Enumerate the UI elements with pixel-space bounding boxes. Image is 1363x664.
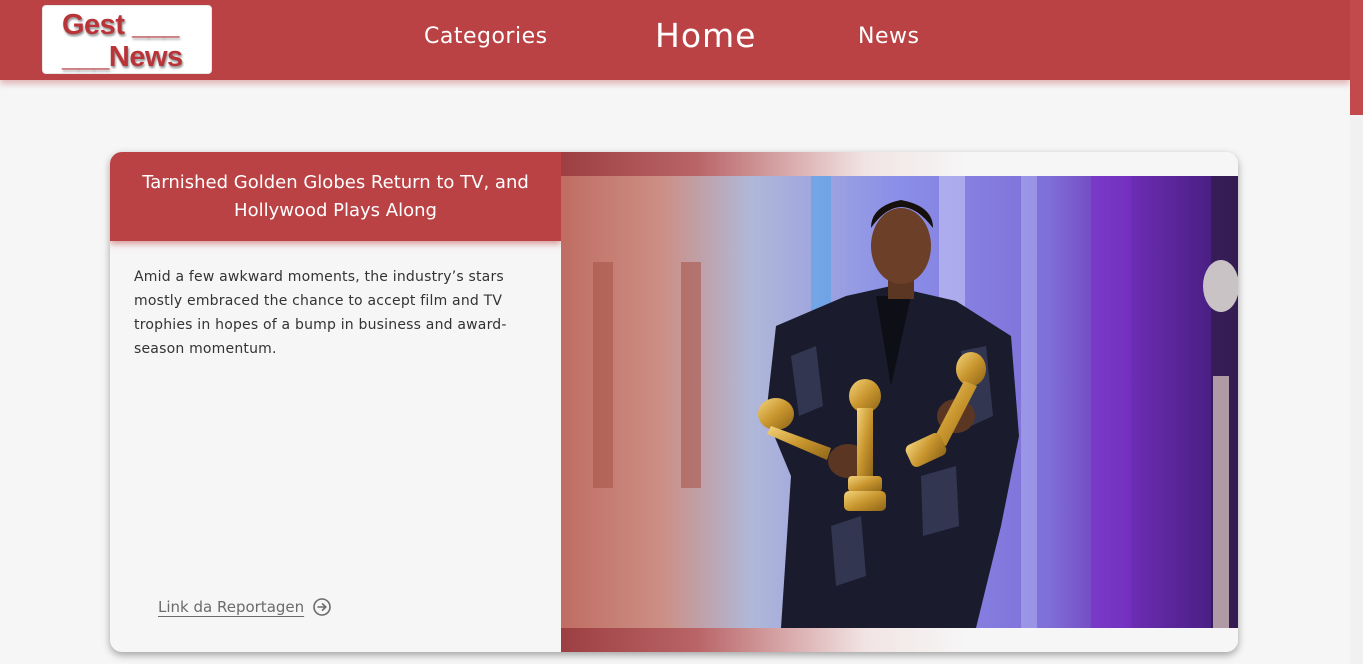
news-card-link[interactable]: Link da Reportagen	[158, 597, 332, 617]
site-logo[interactable]: Gest ___ ___News	[42, 5, 212, 74]
arrow-circle-right-icon[interactable]	[312, 597, 332, 617]
page-scrollbar-thumb[interactable]	[1350, 0, 1363, 115]
nav-categories-link[interactable]: Categories	[424, 24, 548, 49]
news-card-title: Tarnished Golden Globes Return to TV, an…	[110, 152, 561, 241]
nav-news-link[interactable]: News	[858, 24, 919, 49]
news-card-image-area	[561, 152, 1238, 652]
nav-home-link[interactable]: Home	[655, 16, 756, 55]
logo-line-2: ___News	[62, 41, 183, 73]
news-card-link-label[interactable]: Link da Reportagen	[158, 598, 304, 616]
logo-line-1: Gest ___	[62, 9, 179, 41]
news-card-description: Amid a few awkward moments, the industry…	[134, 269, 507, 357]
news-card: Tarnished Golden Globes Return to TV, an…	[110, 152, 1238, 652]
site-header: Gest ___ ___News Categories Home News	[0, 0, 1350, 80]
news-photo-image	[561, 176, 1238, 628]
